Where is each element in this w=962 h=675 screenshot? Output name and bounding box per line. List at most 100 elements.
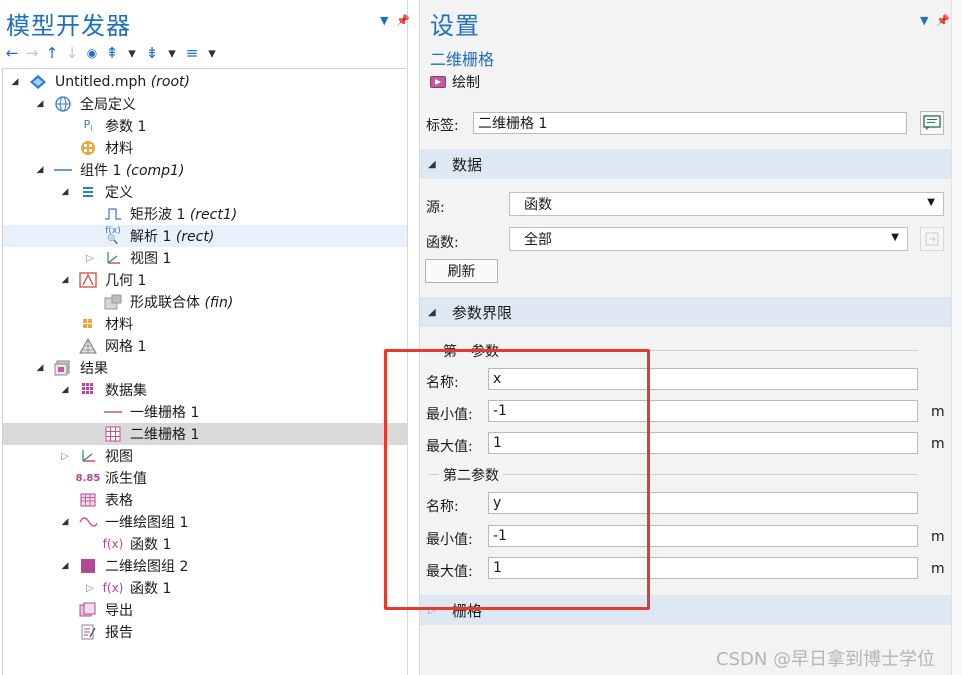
tree-node[interactable]: ◢ 数据集 (3, 379, 407, 401)
tree-node[interactable]: f(x) 函数 1 (3, 533, 407, 555)
tree-node[interactable]: 材料 (3, 137, 407, 159)
fx-search-icon: f(x) 🔍 (105, 226, 121, 245)
expand-icon[interactable]: ⇟ (144, 44, 160, 62)
tree-node[interactable]: 一维栅格 1 (3, 401, 407, 423)
tree-expand-icon[interactable]: ▷ (84, 253, 96, 264)
back-icon[interactable]: ← (4, 44, 20, 62)
tree-node[interactable]: 二维栅格 1 (3, 423, 407, 445)
comment-icon[interactable] (920, 111, 944, 135)
tree-node-label: 几何 1 (105, 273, 147, 289)
pin-icon[interactable]: 📌 (396, 14, 410, 27)
tree-node[interactable]: ◢ 定义 (3, 181, 407, 203)
tree-collapse-icon[interactable]: ◢ (59, 275, 71, 285)
tree-node[interactable]: ◢ 一维绘图组 1 (3, 511, 407, 533)
tree-expand-icon[interactable]: ▷ (59, 451, 71, 462)
tree-node-label: 矩形波 1 (rect1) (130, 207, 238, 223)
tree-node[interactable]: ◢ 几何 1 (3, 269, 407, 291)
tree-node-label: 材料 (105, 141, 133, 157)
tree-node[interactable]: 材料 (3, 313, 407, 335)
param-bounds-collapse-icon: ◢ (428, 306, 436, 318)
data-section-title: 数据 (452, 155, 483, 174)
tree-node[interactable]: ◢ 二维绘图组 2 (3, 555, 407, 577)
tree-node[interactable]: ◢ 结果 (3, 357, 407, 379)
tree-node[interactable]: ◢ 组件 1 (comp1) (3, 159, 407, 181)
move-down-icon[interactable]: ↓ (64, 44, 80, 62)
highlight-box (384, 349, 650, 610)
tree-node[interactable]: 形成联合体 (fin) (3, 291, 407, 313)
expand-dropdown-icon[interactable]: ▾ (164, 44, 180, 62)
app-root: 模型开发器 ▼ 📌 ← → ↑ ↓ ◉ ⇞ ▾ ⇟ ▾ ≡ ▾ ◢ Untitle… (0, 0, 962, 675)
param-bounds-section-header[interactable]: ◢ 参数界限 (420, 297, 952, 327)
tree-node-label: 函数 1 (130, 581, 172, 597)
settings-menu-icon[interactable]: ▼ (920, 14, 928, 27)
tree-node-label: 材料 (105, 317, 133, 333)
data-section-header[interactable]: ◢ 数据 (420, 149, 952, 179)
tree-node[interactable]: f(x) 🔍 解析 1 (rect) (3, 225, 407, 247)
model-builder-title: 模型开发器 (6, 12, 131, 40)
tree-collapse-icon[interactable]: ◢ (34, 99, 46, 109)
tree-node-label: 一维绘图组 1 (105, 515, 189, 531)
function-goto-icon[interactable] (920, 227, 944, 251)
tree-collapse-icon[interactable]: ◢ (34, 165, 46, 175)
table-icon (79, 491, 97, 509)
tree-node-label: 视图 (105, 449, 133, 465)
plot-action[interactable]: 绘制 (430, 72, 480, 92)
tree-node-label: 解析 1 (rect) (130, 229, 215, 245)
chevron-down-icon: ▼ (891, 232, 899, 243)
tree-node[interactable]: 矩形波 1 (rect1) (3, 203, 407, 225)
source-select-value: 函数 (524, 197, 552, 213)
tree-node[interactable]: ◢ Untitled.mph (root) (3, 71, 407, 93)
show-icon[interactable]: ◉ (84, 46, 100, 60)
tree-node-label: 全局定义 (80, 97, 136, 113)
axes-icon (79, 447, 97, 465)
chevron-down-icon: ▼ (927, 197, 935, 208)
move-up-icon[interactable]: ↑ (44, 44, 60, 62)
definitions-icon (79, 183, 97, 201)
list-dropdown-icon[interactable]: ▾ (204, 44, 220, 62)
function-select[interactable]: 全部 ▼ (509, 227, 908, 251)
tree-expand-icon[interactable]: ▷ (84, 583, 96, 594)
model-builder-toolbar: ← → ↑ ↓ ◉ ⇞ ▾ ⇟ ▾ ≡ ▾ (4, 42, 220, 64)
watermark: CSDN @早日拿到博士学位 (716, 649, 936, 670)
tree-collapse-icon[interactable]: ◢ (59, 187, 71, 197)
tree-collapse-icon[interactable]: ◢ (59, 517, 71, 527)
tree-node[interactable]: ◢ 全局定义 (3, 93, 407, 115)
tree-node-label: 派生值 (105, 471, 147, 487)
mph-icon (29, 73, 47, 91)
tree-node[interactable]: 8.85 派生值 (3, 467, 407, 489)
collapse-dropdown-icon[interactable]: ▾ (124, 44, 140, 62)
plot2d-icon (79, 557, 97, 575)
collapse-icon[interactable]: ⇞ (104, 44, 120, 62)
model-builder-panel: 模型开发器 ▼ 📌 ← → ↑ ↓ ◉ ⇞ ▾ ⇟ ▾ ≡ ▾ ◢ Untitle… (0, 0, 410, 675)
tree-node[interactable]: 网格 1 (3, 335, 407, 357)
data-section-collapse-icon: ◢ (428, 158, 436, 170)
refresh-button[interactable]: 刷新 (425, 259, 498, 283)
first-min-unit: m (931, 404, 945, 420)
report-icon (79, 623, 97, 641)
tree-node[interactable]: ▷ 视图 1 (3, 247, 407, 269)
tree-collapse-icon[interactable]: ◢ (59, 561, 71, 571)
tree-node-label: 结果 (80, 361, 108, 377)
source-select[interactable]: 函数 ▼ (509, 192, 944, 216)
panel-menu-icon[interactable]: ▼ (380, 14, 388, 27)
tree-collapse-icon[interactable]: ◢ (34, 363, 46, 373)
tree-node[interactable]: 报告 (3, 621, 407, 643)
right-scrollbar[interactable] (951, 0, 962, 675)
label-input[interactable]: 二维栅格 1 (473, 112, 907, 134)
tree-collapse-icon[interactable]: ◢ (9, 77, 21, 87)
tree-node-label: 二维绘图组 2 (105, 559, 189, 575)
tree-node[interactable]: ▷ f(x) 函数 1 (3, 577, 407, 599)
tree-node[interactable]: 表格 (3, 489, 407, 511)
geometry-icon (79, 271, 97, 289)
model-tree: ◢ Untitled.mph (root) ◢ 全局定义 Pi 参数 1 材料 ◢ 组件 1 (… (2, 68, 407, 675)
tree-node[interactable]: 导出 (3, 599, 407, 621)
tree-collapse-icon[interactable]: ◢ (59, 385, 71, 395)
tree-node[interactable]: ▷ 视图 (3, 445, 407, 467)
list-icon[interactable]: ≡ (184, 44, 200, 62)
tree-node-label: 网格 1 (105, 339, 147, 355)
settings-pin-icon[interactable]: 📌 (936, 14, 950, 27)
tree-node[interactable]: Pi 参数 1 (3, 115, 407, 137)
material-icon (79, 139, 97, 157)
axes-icon (104, 249, 122, 267)
forward-icon[interactable]: → (24, 44, 40, 62)
